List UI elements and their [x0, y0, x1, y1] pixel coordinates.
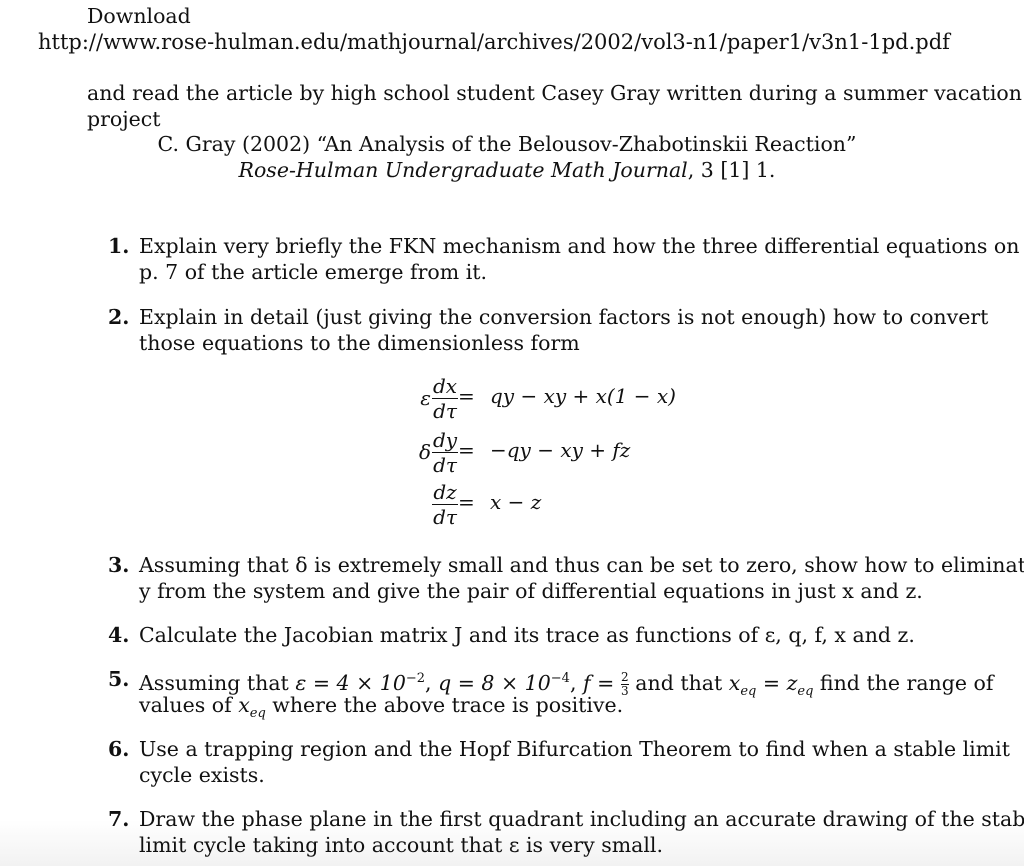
question-number: 6.	[108, 737, 130, 761]
text: values of	[139, 693, 239, 717]
question-text-line-2: y from the system and give the pair of d…	[139, 579, 923, 603]
q-exponent: −4	[550, 671, 570, 686]
text: and that	[628, 670, 729, 695]
question-text-line-1: Explain in detail (just giving the conve…	[139, 305, 989, 329]
question-text-line-2: values of xeq where the above trace is p…	[139, 692, 623, 727]
journal-volume: , 3 [1] 1.	[687, 158, 776, 182]
question-number: 1.	[108, 234, 130, 258]
download-label: Download	[87, 4, 191, 28]
question-text-line-2: p. 7 of the article emerge from it.	[139, 260, 488, 284]
subscript: eq	[740, 683, 757, 699]
subscript: eq	[797, 683, 814, 699]
text: find the range of	[813, 670, 994, 695]
epsilon-exponent: −2	[405, 671, 426, 686]
question-text-line-2: limit cycle taking into account that ε i…	[139, 833, 664, 857]
question-number: 5.	[108, 667, 130, 691]
equation-row: dz dτ = x − z	[380, 478, 700, 530]
derivative-fraction: dx dτ	[432, 375, 458, 422]
dimensionless-equations: ε dx dτ = qy − xy + x(1 − x) δ dy dτ = −qy −…	[380, 372, 700, 532]
fraction-numerator: dx	[432, 373, 458, 398]
equation-rhs: x − z	[490, 490, 542, 514]
subscript: eq	[249, 706, 266, 722]
fraction-numerator: dz	[433, 479, 457, 504]
fraction-numerator: dy	[432, 427, 458, 452]
question-number: 7.	[108, 807, 130, 831]
question-text-line-1: Assuming that δ is extremely small and t…	[139, 553, 1024, 577]
intro-text-line-1: and read the article by high school stud…	[87, 81, 1022, 105]
equation-row: ε dx dτ = qy − xy + x(1 − x)	[380, 372, 700, 424]
fraction-denominator: dτ	[433, 398, 457, 423]
fraction-denominator: dτ	[433, 452, 457, 477]
x-variable: x	[728, 670, 741, 695]
download-url-link[interactable]: http://www.rose-hulman.edu/mathjournal/a…	[38, 29, 950, 55]
equals-sign: =	[458, 384, 475, 408]
fraction-denominator: dτ	[433, 504, 457, 529]
derivative-fraction: dz dτ	[432, 481, 458, 528]
equation-row: δ dy dτ = −qy − xy + fz	[380, 426, 700, 478]
question-text-line-1: Calculate the Jacobian matrix J and its …	[139, 623, 915, 647]
equals-sign: =	[458, 438, 475, 462]
equation-coefficient: δ	[418, 440, 431, 464]
equation-coefficient: ε	[420, 386, 431, 410]
z-variable: z	[786, 670, 798, 695]
question-number: 4.	[108, 623, 130, 647]
question-text-line-2: those equations to the dimensionless for…	[139, 331, 580, 355]
journal-name: Rose-Hulman Undergraduate Math Journal	[238, 158, 688, 182]
equation-rhs: −qy − xy + fz	[490, 438, 631, 462]
question-text-line-2: cycle exists.	[139, 763, 265, 787]
equation-rhs: qy − xy + x(1 − x)	[490, 384, 676, 408]
question-text-line-1: Draw the phase plane in the first quadra…	[139, 807, 1024, 831]
equals-sign: =	[756, 670, 787, 695]
question-text-line-1: Use a trapping region and the Hopf Bifur…	[139, 737, 1010, 761]
question-number: 3.	[108, 553, 130, 577]
fraction-numerator: 2	[620, 669, 629, 684]
question-number: 2.	[108, 305, 130, 329]
x-variable: x	[238, 693, 250, 717]
text: where the above trace is positive.	[265, 693, 624, 717]
equals-sign: =	[458, 490, 475, 514]
citation-title: C. Gray (2002) “An Analysis of the Belou…	[157, 132, 857, 156]
derivative-fraction: dy dτ	[432, 429, 458, 476]
intro-text-line-2: project	[87, 107, 161, 131]
question-text-line-1: Explain very briefly the FKN mechanism a…	[139, 234, 1020, 258]
citation-journal: Rose-Hulman Undergraduate Math Journal, …	[0, 157, 1014, 183]
